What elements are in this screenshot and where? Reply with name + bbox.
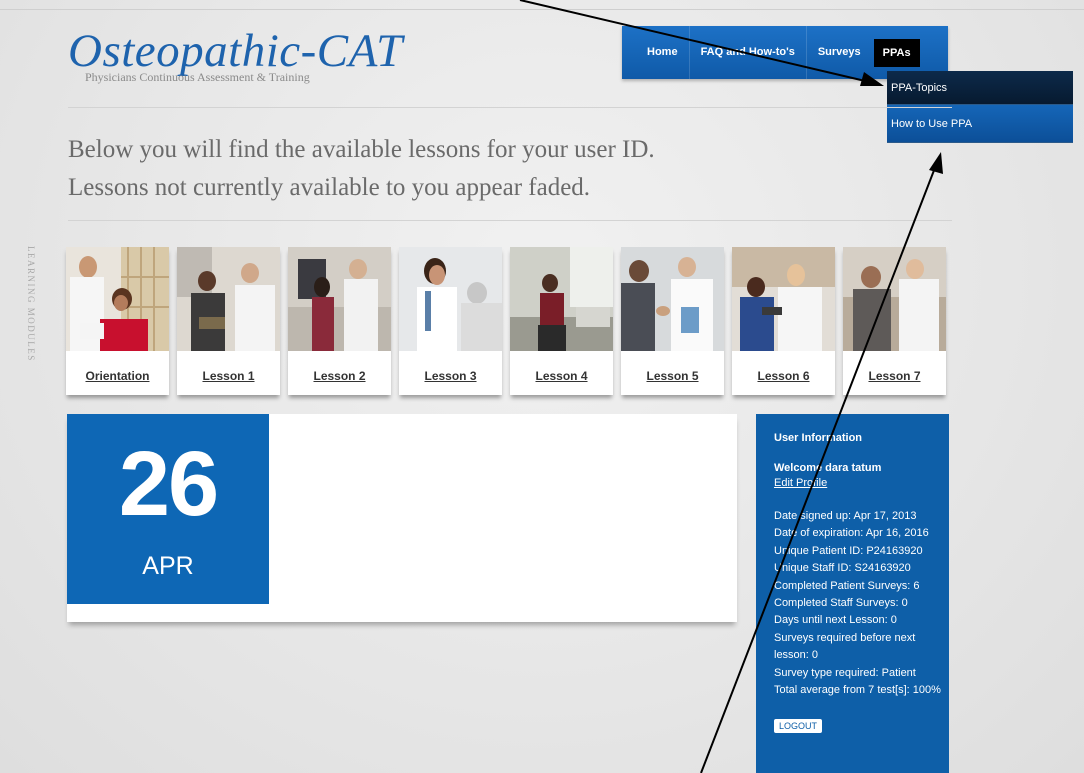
stat-patient-id: Unique Patient ID: P24163920 xyxy=(774,544,923,557)
nav-ppas[interactable]: PPAs xyxy=(873,38,920,67)
lesson-card-6[interactable]: Lesson 6 xyxy=(732,247,835,395)
dropdown-item-how-to-use-ppa[interactable]: How to Use PPA xyxy=(887,105,1073,143)
lesson-photo-1 xyxy=(177,247,280,351)
edit-profile-link[interactable]: Edit Profile xyxy=(774,477,949,489)
logo-subtitle: Physicians Continuous Assessment & Train… xyxy=(85,70,310,84)
lesson-photo-7 xyxy=(843,247,946,351)
stat-signed-up: Date signed up: Apr 17, 2013 xyxy=(774,510,917,522)
lesson-photo-2 xyxy=(288,247,391,351)
stat-days-next-lesson: Days until next Lesson: 0 xyxy=(774,614,897,627)
lesson-card-5[interactable]: Lesson 5 xyxy=(621,247,724,395)
intro-text: Below you will find the available lesson… xyxy=(68,131,868,207)
lesson-link-3[interactable]: Lesson 3 xyxy=(399,351,502,395)
lesson-link-orientation[interactable]: Orientation xyxy=(66,351,169,395)
lesson-photo-5 xyxy=(621,247,724,351)
intro-divider xyxy=(68,220,952,221)
intro-line-1: Below you will find the available lesson… xyxy=(68,136,655,163)
stat-staff-id: Unique Staff ID: S24163920 xyxy=(774,562,911,575)
stat-total-average: Total average from 7 test[s]: 100% xyxy=(774,684,941,697)
learning-modules-label: LEARNING MODULES xyxy=(26,246,36,362)
user-info-panel: User Information Welcome dara tatum Edit… xyxy=(756,414,949,773)
stat-survey-type: Survey type required: Patient xyxy=(774,666,916,679)
stat-patient-surveys: Completed Patient Surveys: 6 xyxy=(774,579,920,592)
logout-button[interactable]: LOGOUT xyxy=(774,719,823,734)
lesson-card-orientation[interactable]: Orientation xyxy=(66,247,169,395)
date-month: APR xyxy=(142,552,194,580)
user-info-title: User Information xyxy=(774,432,863,444)
lesson-photo-3 xyxy=(399,247,502,351)
lesson-photo-4 xyxy=(510,247,613,351)
date-badge: 26 APR xyxy=(67,414,269,604)
nav-surveys[interactable]: Surveys xyxy=(807,26,872,79)
lesson-link-2[interactable]: Lesson 2 xyxy=(288,351,391,395)
lesson-card-4[interactable]: Lesson 4 xyxy=(510,247,613,395)
header-divider xyxy=(68,107,952,108)
stat-surveys-required: Surveys required before next lesson: 0 xyxy=(774,631,916,662)
nav-faq[interactable]: FAQ and How-to's xyxy=(690,26,807,79)
logo-title: Osteopathic-CAT xyxy=(68,25,403,77)
top-divider xyxy=(0,9,1084,10)
lesson-link-5[interactable]: Lesson 5 xyxy=(621,351,724,395)
date-panel: 26 APR xyxy=(67,414,737,622)
lesson-link-1[interactable]: Lesson 1 xyxy=(177,351,280,395)
lesson-card-2[interactable]: Lesson 2 xyxy=(288,247,391,395)
user-stats: Date signed up: Apr 17, 2013 Date of exp… xyxy=(774,508,946,699)
site-logo[interactable]: Osteopathic-CAT Physicians Continuous As… xyxy=(68,25,403,85)
nav-home[interactable]: Home xyxy=(636,26,690,79)
lesson-link-4[interactable]: Lesson 4 xyxy=(510,351,613,395)
lesson-photo-6 xyxy=(732,247,835,351)
stat-expiration: Date of expiration: Apr 16, 2016 xyxy=(774,527,929,540)
lesson-card-7[interactable]: Lesson 7 xyxy=(843,247,946,395)
stat-staff-surveys: Completed Staff Surveys: 0 xyxy=(774,597,908,610)
lesson-card-1[interactable]: Lesson 1 xyxy=(177,247,280,395)
user-welcome: Welcome dara tatum xyxy=(774,462,882,474)
lesson-link-6[interactable]: Lesson 6 xyxy=(732,351,835,395)
dropdown-item-ppa-topics[interactable]: PPA-Topics xyxy=(887,71,1073,105)
lesson-card-3[interactable]: Lesson 3 xyxy=(399,247,502,395)
lesson-link-7[interactable]: Lesson 7 xyxy=(843,351,946,395)
intro-line-2: Lessons not currently available to you a… xyxy=(68,174,591,201)
date-day: 26 xyxy=(118,433,219,535)
lesson-photo-orientation xyxy=(66,247,169,351)
